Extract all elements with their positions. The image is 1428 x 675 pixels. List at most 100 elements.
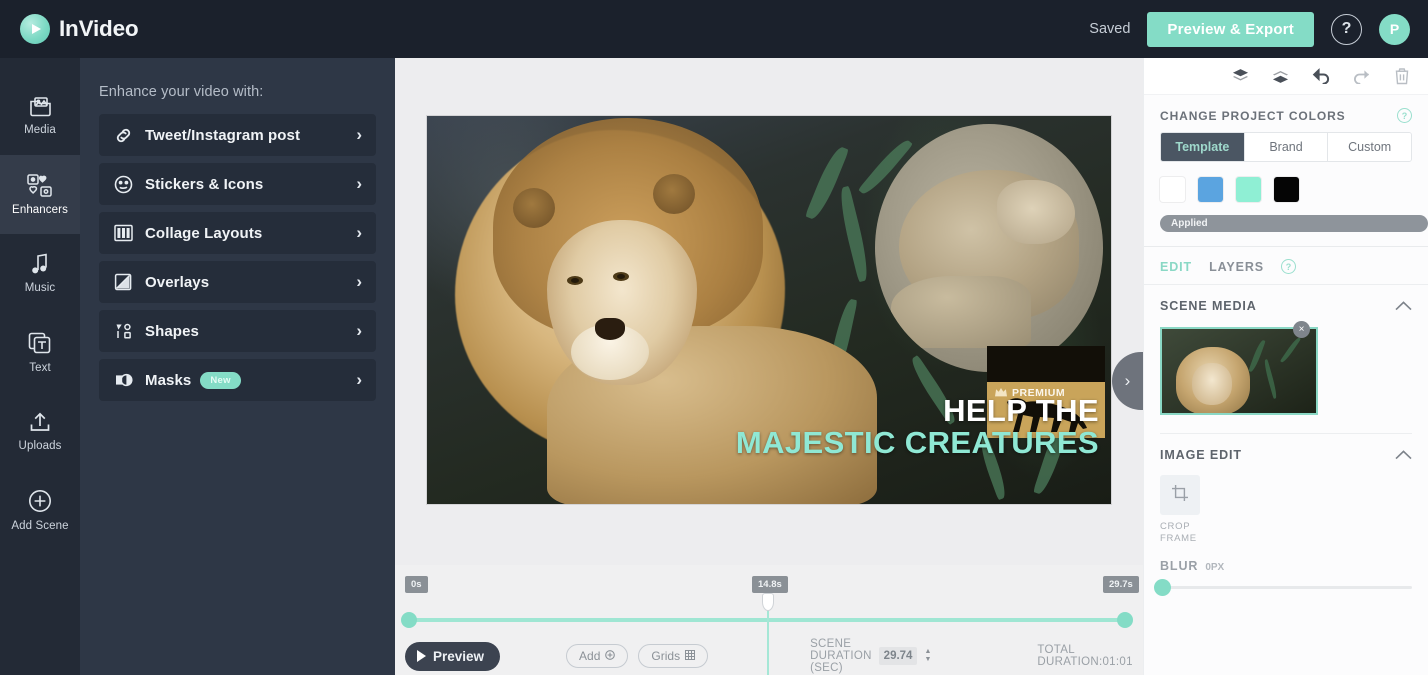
blur-label: BLUR	[1160, 559, 1199, 573]
image-edit-title: IMAGE EDIT	[1160, 448, 1242, 462]
tab-layers[interactable]: LAYERS	[1209, 260, 1264, 274]
crop-frame-button[interactable]	[1160, 475, 1200, 515]
text-layers-icon	[28, 332, 52, 355]
redo-icon[interactable]	[1353, 68, 1371, 84]
chevron-up-icon[interactable]	[1395, 301, 1412, 311]
canvas-stage: PREMIUM HELP THE MAJESTIC CREATURES ›	[395, 58, 1143, 565]
shapes-icon	[114, 322, 135, 341]
timeline-start-handle[interactable]	[401, 612, 417, 628]
timeline-playhead[interactable]	[762, 593, 774, 611]
grid-icon	[685, 649, 696, 663]
enhancers-title: Enhance your video with:	[99, 84, 264, 100]
brand-name: InVideo	[59, 16, 139, 41]
link-chain-icon	[114, 126, 135, 145]
tab-custom[interactable]: Custom	[1328, 133, 1411, 161]
scene-media-header: SCENE MEDIA	[1144, 285, 1428, 313]
preview-button[interactable]: Preview	[405, 641, 501, 671]
invideo-editor: InVideo Saved Preview & Export ? P Media	[0, 0, 1428, 675]
enhancer-item-masks[interactable]: Masks New ›	[99, 359, 376, 401]
scene-duration-value[interactable]: 29.74	[878, 647, 918, 665]
sidebar-item-music[interactable]: Music	[0, 234, 80, 313]
timeline-track[interactable]	[409, 618, 1129, 622]
chevron-right-icon: ›	[356, 125, 362, 144]
enhancer-label: Collage Layouts	[145, 224, 263, 242]
avatar[interactable]: P	[1379, 13, 1410, 45]
enhancer-item-stickers-icons[interactable]: Stickers & Icons ›	[99, 163, 376, 205]
preview-export-button[interactable]: Preview & Export	[1147, 11, 1314, 47]
sidebar-item-add-scene[interactable]: Add Scene	[0, 471, 80, 550]
chevron-up-icon[interactable]	[1395, 450, 1412, 460]
smiley-icon	[114, 175, 135, 194]
play-circle-icon	[20, 14, 50, 44]
help-icon[interactable]: ?	[1331, 13, 1362, 45]
sidebar-label-add-scene: Add Scene	[11, 520, 69, 532]
sidebar-item-text[interactable]: Text	[0, 313, 80, 392]
add-button-label: Add	[579, 649, 601, 663]
blur-value: 0PX	[1205, 562, 1225, 573]
mask-circle-icon	[114, 371, 135, 389]
music-note-icon	[31, 253, 49, 275]
tab-brand[interactable]: Brand	[1244, 133, 1329, 161]
enhancer-item-shapes[interactable]: Shapes ›	[99, 310, 376, 352]
blur-slider-knob[interactable]	[1154, 579, 1171, 596]
enhancer-item-tweet-instagram-post[interactable]: Tweet/Instagram post ›	[99, 114, 376, 156]
image-edit-header: IMAGE EDIT	[1144, 434, 1428, 462]
enhancer-item-overlays[interactable]: Overlays ›	[99, 261, 376, 303]
help-circle-icon[interactable]: ?	[1397, 108, 1412, 123]
canvas-column: PREMIUM HELP THE MAJESTIC CREATURES › 0s…	[395, 58, 1143, 675]
caption-text-layer[interactable]: HELP THE MAJESTIC CREATURES	[736, 395, 1099, 459]
plus-circle-icon	[28, 489, 52, 513]
color-swatch-black[interactable]	[1274, 177, 1299, 202]
preview-button-label: Preview	[433, 648, 485, 664]
brand-logo[interactable]: InVideo	[20, 14, 139, 44]
tab-template[interactable]: Template	[1161, 133, 1245, 161]
timeline-controls: Preview Add Grids SCENE DURATION (SEC) 2…	[395, 637, 1143, 675]
color-swatch-mint[interactable]	[1236, 177, 1261, 202]
timeline-end-marker: 29.7s	[1103, 576, 1139, 593]
play-icon	[417, 650, 426, 662]
video-canvas[interactable]: PREMIUM HELP THE MAJESTIC CREATURES	[427, 115, 1111, 504]
close-icon[interactable]: ×	[1293, 321, 1310, 338]
status-badge-new: New	[200, 371, 241, 389]
panel-toggle-button[interactable]: ›	[1112, 352, 1143, 410]
app-header: InVideo Saved Preview & Export ? P	[0, 0, 1428, 58]
color-swatch-blue[interactable]	[1198, 177, 1223, 202]
blur-slider-track[interactable]	[1154, 579, 1412, 596]
scene-media-thumbnail[interactable]	[1160, 327, 1318, 415]
color-swatch-white[interactable]	[1160, 177, 1185, 202]
enhancer-item-collage-layouts[interactable]: Collage Layouts ›	[99, 212, 376, 254]
sidebar-item-uploads[interactable]: Uploads	[0, 392, 80, 471]
sidebar-label-enhancers: Enhancers	[12, 203, 68, 216]
scene-duration-label: SCENE DURATION (SEC)	[810, 638, 872, 674]
applied-badge: Applied	[1160, 215, 1428, 232]
timeline-track-area[interactable]: 0s 14.8s 29.7s	[395, 565, 1143, 675]
sidebar-label-music: Music	[24, 282, 56, 294]
sidebar-item-enhancers[interactable]: Enhancers	[0, 155, 80, 234]
crop-frame-label: CROP FRAME	[1160, 521, 1197, 544]
enhancer-label: Overlays	[145, 273, 210, 291]
crop-icon	[1171, 484, 1189, 507]
undo-icon[interactable]	[1312, 68, 1330, 84]
bring-forward-icon[interactable]	[1272, 68, 1289, 85]
color-source-tabs: Template Brand Custom	[1160, 132, 1412, 162]
scene-duration-stepper[interactable]: ▲ ▼	[924, 648, 931, 663]
help-circle-icon[interactable]: ?	[1281, 259, 1297, 274]
edit-layers-tabs: EDIT LAYERS ?	[1144, 247, 1428, 285]
caption-line-2: MAJESTIC CREATURES	[735, 424, 1099, 460]
sidebar-item-media[interactable]: Media	[0, 76, 80, 155]
chevron-right-icon: ›	[356, 174, 362, 193]
chevron-right-icon: ›	[1124, 371, 1131, 390]
timeline-end-handle[interactable]	[1117, 612, 1133, 628]
add-button[interactable]: Add	[566, 644, 629, 668]
chevron-right-icon: ›	[356, 223, 362, 242]
circular-mask-layer[interactable]	[875, 123, 1103, 372]
total-duration-label: TOTAL DURATION:01:01	[1037, 644, 1133, 668]
grids-button[interactable]: Grids	[638, 644, 709, 668]
left-rail: Media Enhancers Music Text Uploads Add S…	[0, 58, 80, 675]
saved-status: Saved	[1089, 21, 1131, 37]
delete-trash-icon[interactable]	[1394, 67, 1410, 85]
columns-icon	[114, 224, 135, 242]
send-backward-icon[interactable]	[1232, 68, 1249, 85]
blur-row: BLUR 0PX	[1144, 545, 1428, 573]
tab-edit[interactable]: EDIT	[1160, 260, 1192, 274]
